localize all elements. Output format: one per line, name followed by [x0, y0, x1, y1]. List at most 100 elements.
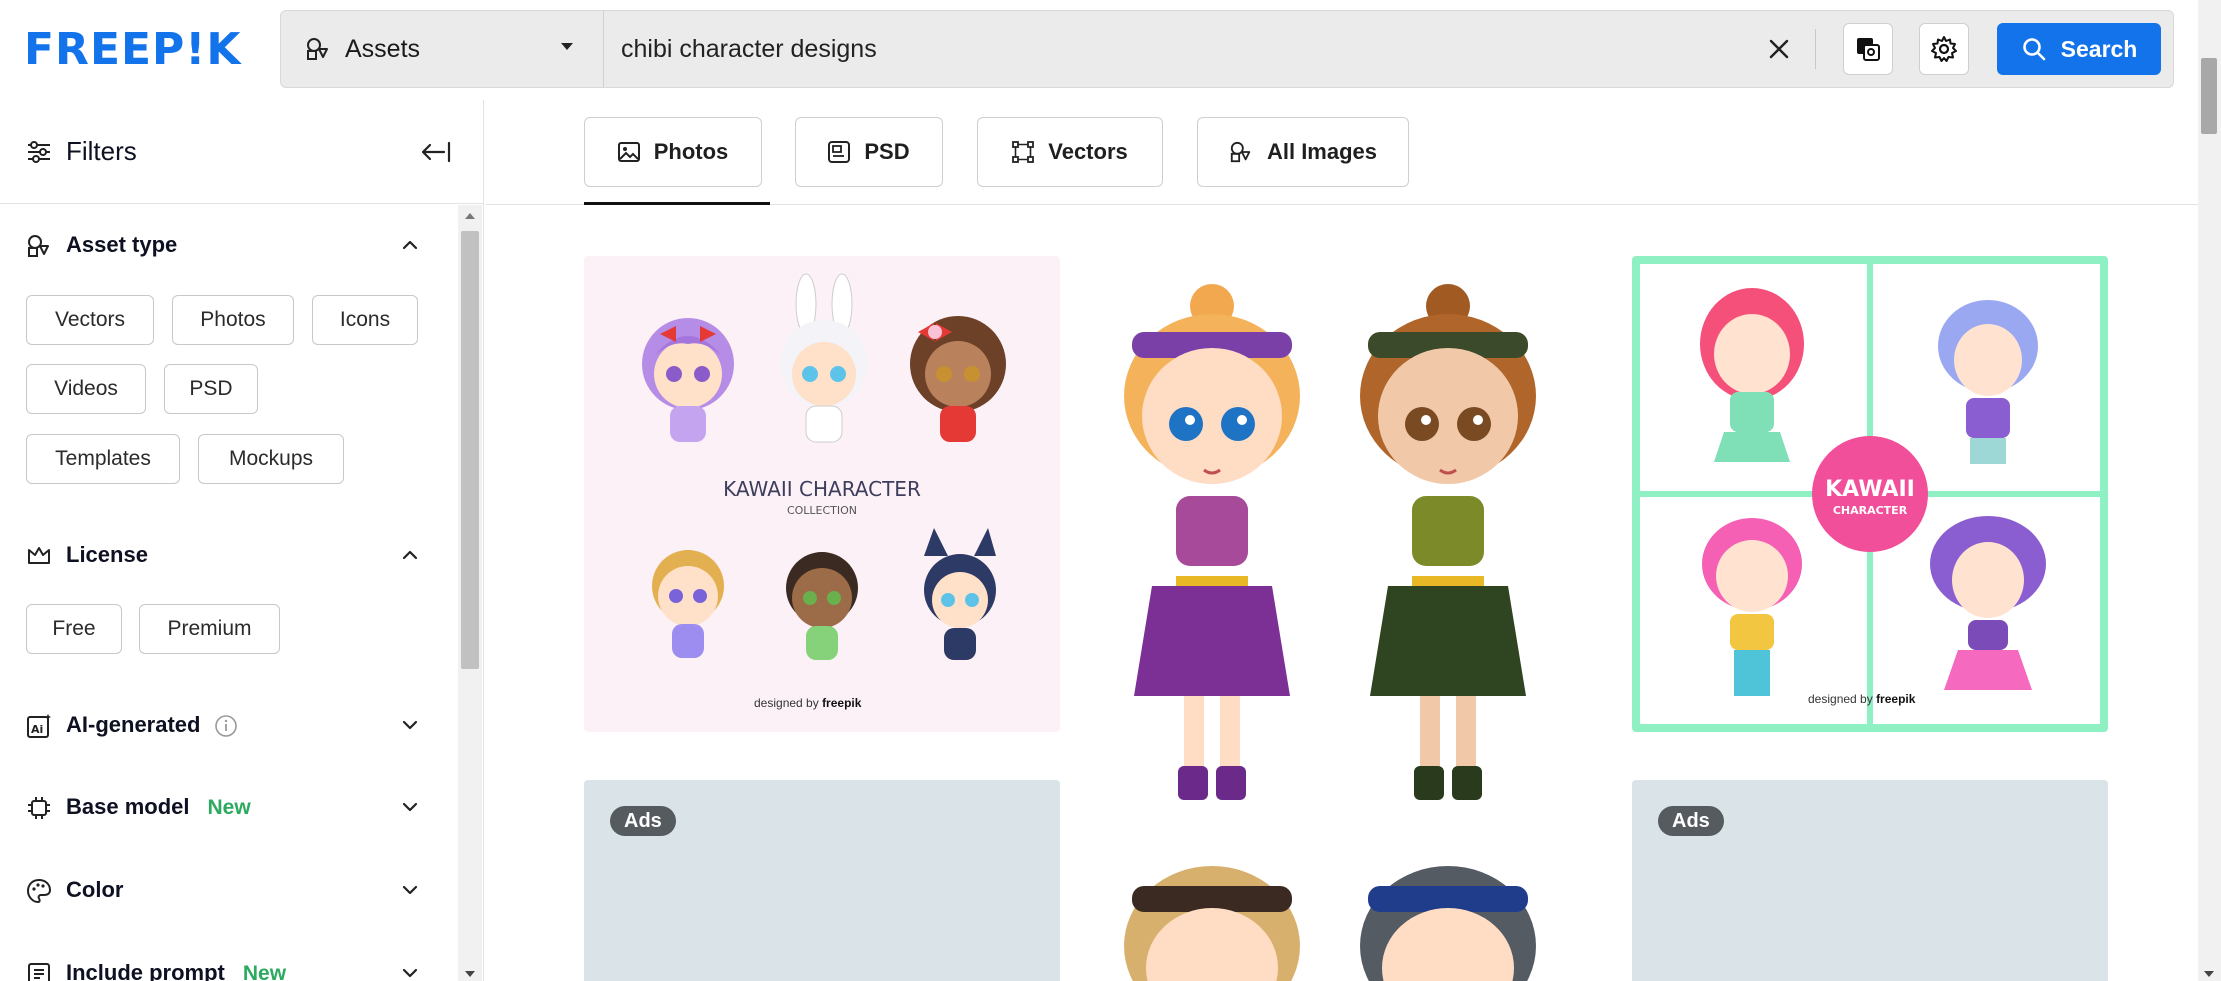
ads-badge: Ads — [610, 806, 676, 836]
tab-all-images[interactable]: All Images — [1197, 117, 1409, 187]
chip-icons[interactable]: Icons — [312, 295, 418, 345]
collapse-left-icon — [421, 141, 451, 163]
kawaii-collection-illustration: KAWAII CHARACTER COLLECTION — [642, 273, 1006, 660]
tab-photos[interactable]: Photos — [584, 117, 762, 187]
shapes-icon — [307, 38, 328, 60]
chip-vectors[interactable]: Vectors — [26, 295, 154, 345]
search-input[interactable] — [621, 25, 1751, 73]
section-title-text: AI-generated — [66, 712, 201, 737]
clear-search-button[interactable] — [1761, 31, 1797, 67]
psd-icon — [828, 141, 851, 163]
section-title: Include prompt New — [66, 960, 286, 981]
asset-tabs: Photos PSD Vectors All Images — [486, 100, 2221, 205]
section-title: Asset type — [66, 232, 178, 257]
chevron-down-icon — [402, 885, 418, 895]
sliders-icon — [28, 141, 50, 163]
section-asset-type[interactable]: Asset type — [0, 225, 458, 265]
image-search-icon — [1857, 38, 1880, 61]
section-ai-generated[interactable]: Ai AI-generated — [0, 705, 458, 745]
asset-type-dropdown[interactable]: Assets — [281, 11, 604, 87]
scroll-up-arrow[interactable] — [465, 213, 475, 219]
filters-title: Filters — [66, 136, 137, 166]
section-title-text: Include prompt — [66, 960, 225, 981]
result-card-chibi-dolls[interactable] — [1092, 256, 1568, 981]
collapse-sidebar-button[interactable] — [418, 136, 454, 168]
chip-templates[interactable]: Templates — [26, 434, 180, 484]
chibi-dolls-illustration — [1124, 284, 1536, 981]
chip-premium[interactable]: Premium — [139, 604, 280, 654]
chip-icon — [28, 797, 50, 819]
chevron-up-icon — [402, 240, 418, 250]
image-search-button[interactable] — [1843, 23, 1893, 75]
credit-prefix: designed by — [754, 696, 819, 710]
chip-psd[interactable]: PSD — [164, 364, 258, 414]
badge-line2: CHARACTER — [1833, 504, 1908, 517]
tab-psd[interactable]: PSD — [795, 117, 943, 187]
chip-mockups[interactable]: Mockups — [198, 434, 344, 484]
tab-label: Photos — [653, 139, 729, 164]
section-license[interactable]: License — [0, 535, 458, 575]
section-color[interactable]: Color — [0, 870, 458, 910]
section-include-prompt[interactable]: Include prompt New — [0, 953, 458, 981]
chevron-down-icon — [402, 802, 418, 812]
svg-text:Ai: Ai — [31, 723, 43, 736]
gear-icon — [1931, 36, 1957, 62]
section-title: AI-generated — [66, 712, 238, 738]
freepik-logo[interactable]: FREEP!K — [24, 24, 241, 75]
search-button-label: Search — [2060, 35, 2138, 62]
info-icon[interactable] — [214, 714, 238, 738]
search-icon — [2022, 38, 2045, 61]
active-tab-indicator — [584, 202, 770, 205]
scrollbar-thumb[interactable] — [461, 231, 479, 669]
divider — [1815, 29, 1816, 69]
page-scrollbar[interactable] — [2198, 0, 2221, 981]
scroll-down-arrow[interactable] — [465, 971, 475, 977]
chevron-down-icon — [402, 720, 418, 730]
crown-icon — [28, 547, 50, 564]
chevron-down-icon — [402, 968, 418, 978]
tab-vectors[interactable]: Vectors — [977, 117, 1163, 187]
card-subtitle: COLLECTION — [787, 504, 857, 517]
credit-brand: freepik — [822, 696, 862, 710]
badge-line1: KAWAII — [1825, 477, 1915, 502]
credit-prefix: designed by — [1808, 692, 1873, 706]
sidebar-scrollbar[interactable] — [458, 205, 482, 981]
filters-scroll-area: Asset type Vectors Photos Icons Videos P… — [0, 205, 458, 981]
shapes-icon — [28, 235, 49, 257]
close-icon — [1769, 39, 1789, 59]
settings-button[interactable] — [1919, 23, 1969, 75]
search-bar: Assets chibi character designs Search — [280, 10, 2174, 88]
asset-type-label: Assets — [345, 34, 421, 63]
section-title: Color — [66, 877, 124, 902]
scroll-down-arrow[interactable] — [2204, 971, 2214, 977]
kawaii-grid-illustration: KAWAII CHARACTER — [1640, 264, 2100, 724]
credit-line: designed by freepik — [1808, 692, 1915, 706]
ad-card-left[interactable]: Ads — [584, 780, 1060, 981]
chip-videos[interactable]: Videos — [26, 364, 146, 414]
filters-sidebar: Filters Asset type Vectors Photos Icons … — [0, 100, 484, 981]
chevron-down-icon — [561, 43, 573, 50]
ads-badge: Ads — [1658, 806, 1724, 836]
chevron-up-icon — [402, 550, 418, 560]
chip-free[interactable]: Free — [26, 604, 122, 654]
tab-label: All Images — [1266, 139, 1378, 164]
card-title: KAWAII CHARACTER — [723, 477, 921, 501]
section-base-model[interactable]: Base model New — [0, 787, 458, 827]
section-title: License — [66, 542, 148, 567]
credit-line: designed by freepik — [754, 696, 861, 710]
result-card-kawaii-collection[interactable]: KAWAII CHARACTER COLLECTION designed by … — [584, 256, 1060, 732]
scrollbar-thumb[interactable] — [2201, 58, 2217, 134]
search-button[interactable]: Search — [1997, 23, 2161, 75]
section-title: Base model New — [66, 794, 251, 820]
filters-header: Filters — [0, 100, 484, 204]
chip-photos[interactable]: Photos — [172, 295, 294, 345]
ad-card-right[interactable]: Ads — [1632, 780, 2108, 981]
results-grid: KAWAII CHARACTER COLLECTION designed by … — [486, 206, 2198, 981]
new-badge: New — [242, 962, 287, 981]
tab-label: Vectors — [1048, 139, 1128, 164]
result-card-kawaii-grid[interactable]: KAWAII CHARACTER designed by freepik — [1632, 256, 2108, 732]
credit-brand: freepik — [1876, 692, 1916, 706]
palette-icon — [26, 878, 52, 904]
app-root: FREEP!K Assets chibi character designs S… — [0, 0, 2221, 981]
image-icon — [617, 142, 640, 162]
